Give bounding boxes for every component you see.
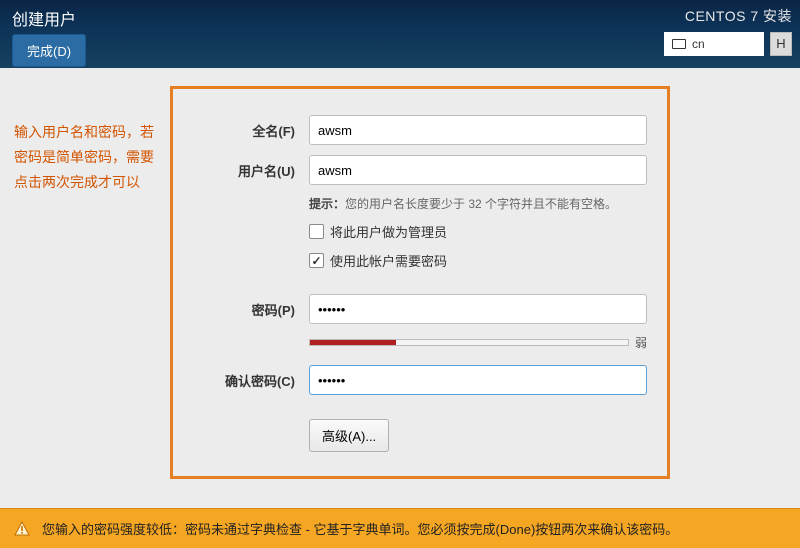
username-label: 用户名(U): [197, 161, 309, 180]
password-strength-text: 弱: [635, 334, 647, 351]
warning-bar: 您输入的密码强度较低：密码未通过字典检查 - 它基于字典单词。您必须按完成(Do…: [0, 508, 800, 548]
fullname-input[interactable]: [309, 115, 647, 145]
keyboard-layout-indicator[interactable]: cn: [664, 32, 764, 56]
confirm-password-label: 确认密码(C): [197, 371, 309, 390]
confirm-password-input[interactable]: [309, 365, 647, 395]
username-input[interactable]: [309, 155, 647, 185]
admin-checkbox[interactable]: [309, 224, 324, 239]
require-password-checkbox-label: 使用此帐户需要密码: [330, 251, 447, 270]
warning-icon: [14, 521, 30, 537]
password-strength-bar: [309, 339, 629, 346]
require-password-checkbox[interactable]: [309, 253, 324, 268]
warning-text: 您输入的密码强度较低：密码未通过字典检查 - 它基于字典单词。您必须按完成(Do…: [42, 519, 678, 538]
password-input[interactable]: [309, 294, 647, 324]
form-container: 全名(F) 用户名(U) 提示：您的用户名长度要少于 32 个字符并且不能有空格…: [170, 86, 670, 479]
admin-checkbox-label: 将此用户做为管理员: [330, 222, 447, 241]
keyboard-layout-label: cn: [692, 37, 705, 51]
hint-label: 提示：: [309, 197, 345, 211]
password-label: 密码(P): [197, 300, 309, 319]
hint-text-body: 您的用户名长度要少于 32 个字符并且不能有空格。: [345, 197, 617, 211]
fullname-label: 全名(F): [197, 121, 309, 140]
installer-title: CENTOS 7 安装: [664, 6, 792, 26]
sidebar-note: 输入用户名和密码，若密码是简单密码，需要点击两次完成才可以: [14, 86, 158, 479]
done-button[interactable]: 完成(D): [12, 34, 86, 67]
help-button[interactable]: H: [770, 32, 792, 56]
advanced-button[interactable]: 高级(A)...: [309, 419, 389, 452]
keyboard-icon: [672, 39, 686, 49]
username-hint: 提示：您的用户名长度要少于 32 个字符并且不能有空格。: [309, 195, 647, 212]
password-strength-fill: [310, 340, 396, 345]
